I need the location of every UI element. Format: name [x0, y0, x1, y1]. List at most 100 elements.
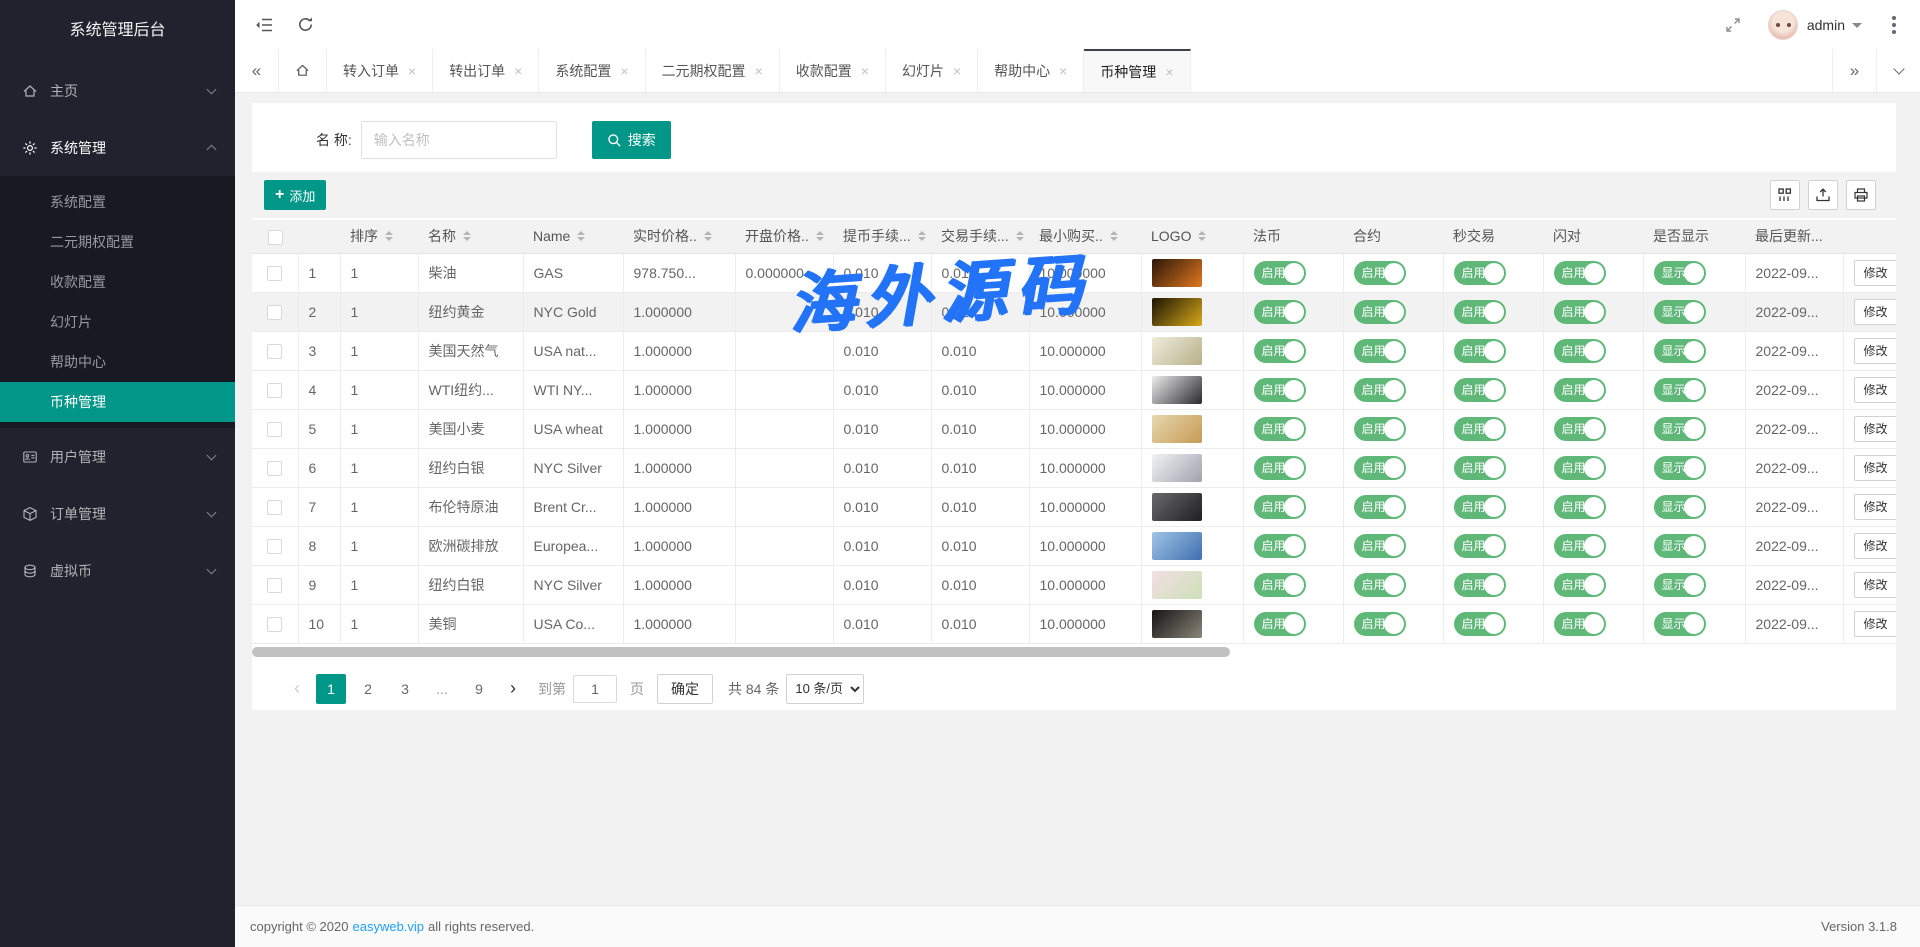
confirm-button[interactable]: 确定 — [657, 674, 713, 704]
flash-toggle[interactable]: 启用 — [1554, 612, 1606, 636]
visible-toggle[interactable]: 显示 — [1654, 378, 1706, 402]
page-input[interactable] — [573, 675, 617, 703]
edit-button[interactable]: 修改 — [1854, 338, 1897, 364]
columns-icon[interactable] — [1770, 180, 1800, 210]
fiat-toggle[interactable]: 启用 — [1254, 261, 1306, 285]
edit-button[interactable]: 修改 — [1854, 533, 1897, 559]
contract-toggle[interactable]: 启用 — [1354, 534, 1406, 558]
flash-toggle[interactable]: 启用 — [1554, 417, 1606, 441]
visible-toggle[interactable]: 显示 — [1654, 417, 1706, 441]
column-header[interactable]: 提币手续... — [833, 220, 931, 253]
sidebar-subitem[interactable]: 帮助中心 — [0, 342, 235, 382]
close-icon[interactable]: × — [408, 63, 416, 79]
fiat-toggle[interactable]: 启用 — [1254, 417, 1306, 441]
fiat-toggle[interactable]: 启用 — [1254, 495, 1306, 519]
edit-button[interactable]: 修改 — [1854, 416, 1897, 442]
sort-icon[interactable] — [918, 231, 926, 241]
sort-icon[interactable] — [1016, 231, 1024, 241]
flash-toggle[interactable]: 启用 — [1554, 378, 1606, 402]
edit-button[interactable]: 修改 — [1854, 611, 1897, 637]
tab-item[interactable]: 币种管理× — [1084, 49, 1190, 92]
edit-button[interactable]: 修改 — [1854, 572, 1897, 598]
tab-item[interactable]: 二元期权配置× — [646, 49, 780, 92]
column-header[interactable]: 实时价格.. — [623, 220, 735, 253]
row-checkbox[interactable] — [267, 344, 282, 359]
fiat-toggle[interactable]: 启用 — [1254, 300, 1306, 324]
sort-icon[interactable] — [463, 231, 471, 241]
sidebar-subitem[interactable]: 幻灯片 — [0, 302, 235, 342]
pager-next-icon[interactable]: › — [501, 678, 525, 699]
sidebar-subitem[interactable]: 二元期权配置 — [0, 222, 235, 262]
visible-toggle[interactable]: 显示 — [1654, 534, 1706, 558]
close-icon[interactable]: × — [514, 63, 522, 79]
row-checkbox[interactable] — [267, 266, 282, 281]
fiat-toggle[interactable]: 启用 — [1254, 573, 1306, 597]
column-header[interactable]: 最小购买.. — [1029, 220, 1141, 253]
row-checkbox[interactable] — [267, 578, 282, 593]
close-icon[interactable]: × — [1059, 63, 1067, 79]
pager-page[interactable]: 9 — [464, 674, 494, 704]
fiat-toggle[interactable]: 启用 — [1254, 378, 1306, 402]
sort-icon[interactable] — [816, 231, 824, 241]
scrollbar-thumb[interactable] — [252, 647, 1230, 657]
sidebar-item-users[interactable]: 用户管理 — [0, 428, 235, 485]
sidebar-item-gear[interactable]: 系统管理 — [0, 119, 235, 176]
close-icon[interactable]: × — [861, 63, 869, 79]
second-trade-toggle[interactable]: 启用 — [1454, 612, 1506, 636]
sort-icon[interactable] — [577, 231, 585, 241]
search-input[interactable] — [361, 121, 557, 159]
visible-toggle[interactable]: 显示 — [1654, 573, 1706, 597]
tab-home[interactable] — [279, 49, 327, 92]
tab-item[interactable]: 转入订单× — [327, 49, 433, 92]
visible-toggle[interactable]: 显示 — [1654, 339, 1706, 363]
tab-item[interactable]: 帮助中心× — [978, 49, 1084, 92]
row-checkbox[interactable] — [267, 539, 282, 554]
second-trade-toggle[interactable]: 启用 — [1454, 300, 1506, 324]
second-trade-toggle[interactable]: 启用 — [1454, 378, 1506, 402]
close-icon[interactable]: × — [953, 63, 961, 79]
second-trade-toggle[interactable]: 启用 — [1454, 573, 1506, 597]
contract-toggle[interactable]: 启用 — [1354, 612, 1406, 636]
per-page-select[interactable]: 10 条/页 — [786, 674, 864, 704]
contract-toggle[interactable]: 启用 — [1354, 339, 1406, 363]
contract-toggle[interactable]: 启用 — [1354, 261, 1406, 285]
edit-button[interactable]: 修改 — [1854, 260, 1897, 286]
print-icon[interactable] — [1846, 180, 1876, 210]
edit-button[interactable]: 修改 — [1854, 377, 1897, 403]
sidebar-subitem[interactable]: 币种管理 — [0, 382, 235, 422]
flash-toggle[interactable]: 启用 — [1554, 573, 1606, 597]
row-checkbox[interactable] — [267, 500, 282, 515]
visible-toggle[interactable]: 显示 — [1654, 612, 1706, 636]
fiat-toggle[interactable]: 启用 — [1254, 612, 1306, 636]
visible-toggle[interactable]: 显示 — [1654, 495, 1706, 519]
fiat-toggle[interactable]: 启用 — [1254, 534, 1306, 558]
contract-toggle[interactable]: 启用 — [1354, 456, 1406, 480]
sidebar-item-home[interactable]: 主页 — [0, 62, 235, 119]
contract-toggle[interactable]: 启用 — [1354, 417, 1406, 441]
close-icon[interactable]: × — [620, 63, 628, 79]
export-icon[interactable] — [1808, 180, 1838, 210]
edit-button[interactable]: 修改 — [1854, 455, 1897, 481]
select-all-checkbox[interactable] — [268, 230, 283, 245]
second-trade-toggle[interactable]: 启用 — [1454, 495, 1506, 519]
flash-toggle[interactable]: 启用 — [1554, 339, 1606, 363]
footer-link[interactable]: easyweb.vip — [352, 919, 424, 934]
tabs-scroll-left-icon[interactable]: « — [235, 49, 279, 92]
pager-page[interactable]: 1 — [316, 674, 346, 704]
fullscreen-icon[interactable] — [1724, 16, 1742, 34]
column-header[interactable]: 排序 — [340, 220, 418, 253]
sidebar-item-coin[interactable]: 虚拟币 — [0, 542, 235, 599]
tabs-scroll-right-icon[interactable]: » — [1832, 49, 1876, 92]
column-header[interactable]: 名称 — [418, 220, 523, 253]
pager-prev-icon[interactable]: ‹ — [285, 678, 309, 699]
tab-item[interactable]: 收款配置× — [780, 49, 886, 92]
second-trade-toggle[interactable]: 启用 — [1454, 261, 1506, 285]
second-trade-toggle[interactable]: 启用 — [1454, 534, 1506, 558]
column-header[interactable]: 交易手续... — [931, 220, 1029, 253]
contract-toggle[interactable]: 启用 — [1354, 495, 1406, 519]
add-button[interactable]: + 添加 — [264, 180, 326, 210]
visible-toggle[interactable]: 显示 — [1654, 456, 1706, 480]
sidebar-subitem[interactable]: 系统配置 — [0, 182, 235, 222]
flash-toggle[interactable]: 启用 — [1554, 495, 1606, 519]
sort-icon[interactable] — [385, 231, 393, 241]
